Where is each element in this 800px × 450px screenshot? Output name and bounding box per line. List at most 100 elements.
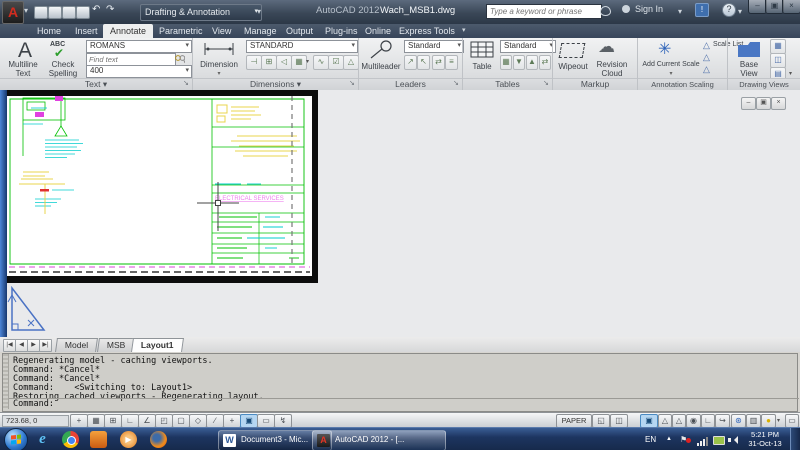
multiline-text-button[interactable]: Multiline Text xyxy=(2,60,44,78)
last-tab-icon[interactable]: ▶| xyxy=(39,339,52,352)
taskbar-item-autocad[interactable]: A AutoCAD 2012 - [... xyxy=(312,430,446,450)
tab-insert[interactable]: Insert xyxy=(68,24,105,38)
dim-tool-icon[interactable]: ⊞ xyxy=(261,55,277,70)
hardware-accel-icon[interactable]: ● xyxy=(761,414,776,428)
start-button[interactable] xyxy=(4,428,28,450)
mleader-style-combo[interactable]: Standard ▾ xyxy=(404,40,464,53)
dim-tool-icon[interactable]: ▦ xyxy=(291,55,307,70)
table-tool-icon[interactable]: ⇄ xyxy=(539,55,551,70)
viewport-lock-icon[interactable]: ▣ xyxy=(640,414,658,428)
snap-toggle[interactable]: + xyxy=(70,414,88,428)
tab-annotate[interactable]: Annotate xyxy=(103,24,154,38)
signin-link[interactable]: Sign In xyxy=(635,4,663,14)
add-scales-icon[interactable]: △ xyxy=(703,52,710,63)
tab-parametric[interactable]: Parametric xyxy=(152,24,210,38)
search-binoculars-icon[interactable] xyxy=(600,6,611,16)
dimension-button[interactable]: Dimension ▾ xyxy=(196,60,242,78)
exchange-apps-icon[interactable]: ! xyxy=(695,3,709,17)
chevron-down-icon[interactable]: ▾ xyxy=(306,58,309,65)
view-tool-icon[interactable]: ▦ xyxy=(770,39,786,54)
leaders-dialog-launcher-icon[interactable]: ↘ xyxy=(453,80,461,88)
lineweight-toggle[interactable]: ▣ xyxy=(240,414,258,428)
search-input[interactable] xyxy=(486,4,602,19)
redo-icon[interactable]: ↷ xyxy=(106,4,114,15)
leader-tool-icon[interactable]: ≡ xyxy=(445,55,458,70)
taskbar-clock[interactable]: 5:21 PM 31-Oct-13 xyxy=(742,430,788,448)
text-height-combo[interactable]: 400 ▾ xyxy=(86,65,192,78)
text-dialog-launcher-icon[interactable]: ↘ xyxy=(183,80,191,88)
wipeout-button[interactable]: Wipeout xyxy=(556,62,590,72)
command-input[interactable]: Command: xyxy=(9,398,799,410)
gear-icon[interactable]: ⊛ xyxy=(731,414,746,428)
find-binoculars-icon[interactable] xyxy=(175,54,185,64)
undo-icon[interactable]: ↶ xyxy=(92,4,100,15)
chevron-down-icon[interactable]: ▾ xyxy=(789,70,792,77)
annotation-visibility-icon[interactable]: △ xyxy=(658,414,672,428)
new-icon[interactable] xyxy=(34,6,48,19)
add-current-scale-button[interactable]: Add Current Scale ▾ xyxy=(640,61,702,78)
help-dropdown-icon[interactable]: ▾ xyxy=(738,7,742,16)
ribbon-minimize-icon[interactable]: ▾ xyxy=(462,26,466,34)
transparency-toggle[interactable]: ▭ xyxy=(257,414,275,428)
firefox-icon[interactable] xyxy=(150,431,167,448)
dim-tool-icon[interactable]: ∿ xyxy=(313,55,329,70)
table-tool-icon[interactable]: ▼ xyxy=(513,55,525,70)
tab-msb[interactable]: MSB xyxy=(97,338,136,352)
qat-customize-icon[interactable]: ▾ xyxy=(257,7,261,16)
quick-view-drawings-icon[interactable]: ◫ xyxy=(610,414,628,428)
media-player-icon[interactable]: ▶ xyxy=(120,431,137,448)
status-menu-icon[interactable]: ▾ xyxy=(777,417,780,424)
dyn-input-toggle[interactable]: + xyxy=(223,414,241,428)
media-app-icon[interactable] xyxy=(90,431,107,448)
quick-properties-toggle[interactable]: ↯ xyxy=(274,414,292,428)
tab-manage[interactable]: Manage xyxy=(237,24,284,38)
toolbar-lock-icon[interactable]: ▥ xyxy=(746,414,761,428)
chrome-icon[interactable] xyxy=(62,431,79,448)
action-center-flag-icon[interactable]: ⚑ xyxy=(680,428,691,450)
signin-dropdown-icon[interactable]: ▾ xyxy=(678,7,682,16)
annotation-scale-icon[interactable]: ◉ xyxy=(686,414,701,428)
dim-style-combo[interactable]: STANDARD ▾ xyxy=(246,40,358,53)
leader-tool-icon[interactable]: ↗ xyxy=(404,55,417,70)
internet-explorer-icon[interactable]: e xyxy=(34,431,51,448)
tab-layout1[interactable]: Layout1 xyxy=(131,338,184,352)
angle-icon[interactable]: ∟ xyxy=(701,414,715,428)
tab-output[interactable]: Output xyxy=(279,24,320,38)
tab-home[interactable]: Home xyxy=(30,24,68,38)
scale-list-icon[interactable]: △ xyxy=(703,40,710,51)
quick-view-layouts-icon[interactable]: ◱ xyxy=(592,414,610,428)
tab-express-tools[interactable]: Express Tools xyxy=(392,24,462,38)
table-button[interactable]: Table xyxy=(466,62,498,72)
dim-tool-icon[interactable]: △ xyxy=(343,55,359,70)
leader-tool-icon[interactable]: ⇄ xyxy=(432,55,445,70)
table-tool-icon[interactable]: ▲ xyxy=(526,55,538,70)
dim-tool-icon[interactable]: ⊣ xyxy=(246,55,262,70)
tab-model[interactable]: Model xyxy=(55,338,99,352)
workspace-switch-icon[interactable]: ↪ xyxy=(715,414,730,428)
autoscale-icon[interactable]: △ xyxy=(672,414,686,428)
tables-dialog-launcher-icon[interactable]: ↘ xyxy=(543,80,551,88)
plot-icon[interactable] xyxy=(76,6,90,19)
clean-screen-icon[interactable]: ▭ xyxy=(785,414,799,428)
battery-icon[interactable] xyxy=(713,436,725,445)
hidden-icons-arrow-icon[interactable]: ▲ xyxy=(666,428,672,450)
ortho-toggle[interactable]: ∟ xyxy=(121,414,139,428)
show-desktop-button[interactable] xyxy=(790,428,800,450)
dim-tool-icon[interactable]: ◁ xyxy=(276,55,292,70)
revision-cloud-button[interactable]: Revision Cloud xyxy=(592,60,632,78)
save-icon[interactable] xyxy=(62,6,76,19)
viewport-close-icon[interactable]: × xyxy=(771,97,786,110)
leader-tool-icon[interactable]: ↖ xyxy=(417,55,430,70)
dim-tool-icon[interactable]: ☑ xyxy=(328,55,344,70)
text-style-combo[interactable]: ROMANS ▾ xyxy=(86,40,192,53)
grid-display-toggle[interactable]: ⊞ xyxy=(104,414,122,428)
osnap-toggle[interactable]: ◰ xyxy=(155,414,173,428)
help-icon[interactable]: ? xyxy=(722,3,736,17)
otrack-toggle[interactable]: ◇ xyxy=(189,414,207,428)
multileader-button[interactable]: Multileader xyxy=(360,62,402,72)
paper-model-toggle[interactable]: PAPER xyxy=(556,414,592,428)
check-spelling-button[interactable]: Check Spelling xyxy=(44,60,82,78)
ducs-toggle[interactable]: ∕ xyxy=(206,414,224,428)
base-view-button[interactable]: Base View xyxy=(734,60,764,78)
view-tool-icon[interactable]: ◫ xyxy=(770,53,786,68)
